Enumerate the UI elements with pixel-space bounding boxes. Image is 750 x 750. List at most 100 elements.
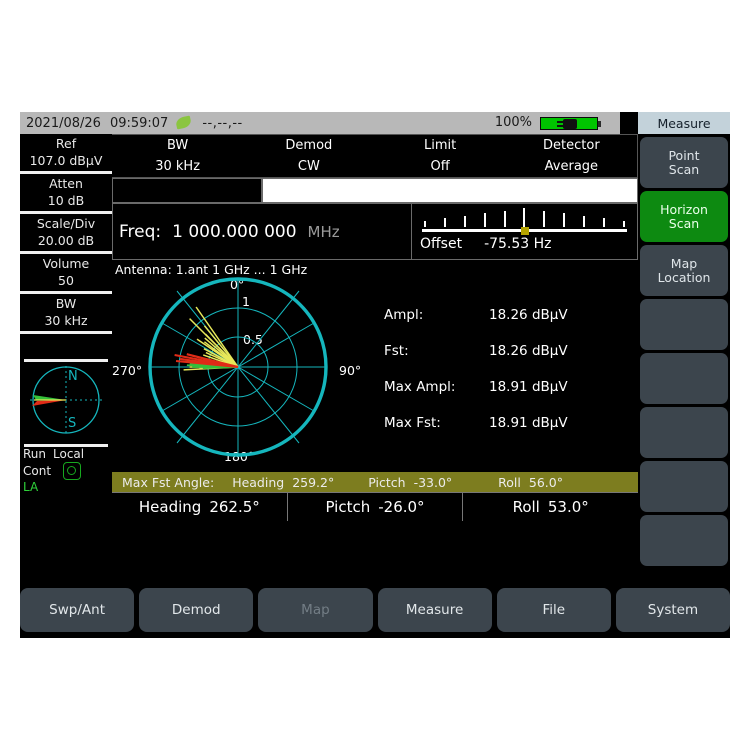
max-fst-heading-label: Heading [232, 474, 285, 490]
frequency-row: Freq: 1 000.000 000 MHz Offset -75.53 Hz [112, 203, 638, 260]
status-date: 2021/08/26 [26, 115, 101, 131]
compass-north-label: N [68, 369, 78, 384]
tuning-indicator[interactable]: Offset -75.53 Hz [412, 203, 638, 260]
menu-measure[interactable]: Measure [377, 588, 492, 632]
softkey-empty-7[interactable] [640, 461, 728, 512]
softkey-label-line2: Location [657, 269, 711, 285]
attitude-heading-label: Heading [138, 498, 202, 516]
gps-coordinates: --,--,-- [202, 115, 243, 131]
softkey-empty-4[interactable] [640, 299, 728, 350]
power-plug-icon [557, 119, 581, 129]
attitude-heading-value: 262.5° [209, 498, 260, 516]
tuning-marker [520, 227, 529, 235]
polar-label-270deg: 270° [112, 363, 143, 378]
leaf-icon [175, 115, 193, 130]
battery-percent: 100% [494, 115, 532, 130]
max-fst-pitch-label: Pictch [368, 474, 406, 490]
parameter-column: Ref 107.0 dBµV Atten 10 dB Scale/Div 20.… [20, 134, 112, 638]
spiral-target-icon [63, 462, 82, 480]
measurement-row: Max Ampl: 18.91 dBµV [384, 379, 589, 395]
local-label: Local [53, 447, 85, 461]
menu-map: Map [258, 588, 373, 632]
header-value: CW [297, 159, 320, 174]
softkey-empty-5[interactable] [640, 353, 728, 404]
menu-demod[interactable]: Demod [139, 588, 254, 632]
message-row [112, 178, 638, 203]
max-fst-heading-value: 259.2° [292, 474, 335, 490]
main-panel: BW 30 kHz Demod CW Limit Off Detector Av… [112, 134, 638, 638]
polar-plot-area: 0° 90° 180° 270° 1 0.5 Ampl: 18.26 dBµV … [112, 277, 638, 472]
battery-icon [540, 117, 601, 130]
attitude-roll-value: 53.0° [547, 498, 589, 516]
tuning-ticks [424, 208, 625, 227]
softkey-label-line1: Map [670, 255, 698, 271]
header-bw[interactable]: BW 30 kHz [112, 135, 243, 177]
main-menu-bar: Swp/Ant Demod Map Measure File System [20, 588, 731, 632]
header-limit[interactable]: Limit Off [375, 135, 506, 177]
measurement-label: Fst: [384, 343, 409, 359]
param-value: 107.0 dBµV [29, 153, 103, 168]
header-value: Average [544, 159, 599, 174]
offset-value: -75.53 Hz [484, 236, 552, 252]
attitude-bar: Heading 262.5° Pictch -26.0° Roll 53.0° [112, 492, 638, 521]
softkey-empty-6[interactable] [640, 407, 728, 458]
softkey-horizon-scan[interactable]: Horizon Scan [640, 191, 728, 242]
softkey-point-scan[interactable]: Point Scan [640, 137, 728, 188]
run-label: Run [23, 447, 47, 461]
param-volume[interactable]: Volume 50 [20, 254, 112, 294]
measurement-value: 18.26 dBµV [489, 307, 568, 323]
message-white-bar [262, 178, 638, 203]
header-parameter-row: BW 30 kHz Demod CW Limit Off Detector Av… [112, 134, 638, 178]
softkey-menu-title: Measure [638, 112, 730, 134]
run-status-box: Run Local Cont LA [20, 447, 112, 494]
param-atten[interactable]: Atten 10 dB [20, 174, 112, 214]
frequency-unit: MHz [307, 222, 340, 241]
softkey-column: Measure Point Scan Horizon Scan Map Loca… [638, 112, 730, 638]
menu-swp-ant[interactable]: Swp/Ant [20, 588, 135, 632]
compass-svg [30, 366, 102, 434]
header-value: 30 kHz [155, 159, 201, 174]
measurement-row: Fst: 18.26 dBµV [384, 343, 589, 359]
menu-file[interactable]: File [496, 588, 611, 632]
header-detector[interactable]: Detector Average [506, 135, 637, 177]
param-spacer [20, 334, 112, 357]
attitude-pitch: Pictch -26.0° [288, 493, 464, 521]
param-ref[interactable]: Ref 107.0 dBµV [20, 134, 112, 174]
param-scale-div[interactable]: Scale/Div 20.00 dB [20, 214, 112, 254]
param-value: 50 [58, 273, 74, 288]
softkey-label-line2: Scan [668, 161, 700, 177]
param-key: Volume [42, 256, 90, 271]
measurement-label: Ampl: [384, 307, 424, 323]
attitude-roll-label: Roll [512, 498, 540, 516]
max-fst-roll-label: Roll [498, 474, 521, 490]
softkey-empty-8[interactable] [640, 515, 728, 566]
param-key: BW [55, 296, 77, 311]
attitude-pitch-value: -26.0° [378, 498, 425, 516]
param-bw[interactable]: BW 30 kHz [20, 294, 112, 334]
polar-chart-svg [148, 277, 328, 457]
attitude-pitch-label: Pictch [325, 498, 371, 516]
polar-label-90deg: 90° [339, 363, 362, 378]
header-value: Off [430, 159, 450, 174]
instrument-screen: 2021/08/26 09:59:07 --,--,-- 100% Measur… [20, 112, 730, 638]
frequency-value: 1 000.000 000 [172, 221, 297, 242]
cont-label: Cont [23, 463, 52, 478]
frequency-field[interactable]: Freq: 1 000.000 000 MHz [112, 203, 412, 260]
attitude-roll: Roll 53.0° [463, 493, 638, 521]
menu-system[interactable]: System [615, 588, 731, 632]
softkey-label-line1: Point [668, 147, 700, 163]
softkey-map-location[interactable]: Map Location [640, 245, 728, 296]
offset-label: Offset [420, 236, 463, 252]
param-key: Atten [49, 176, 83, 191]
param-key: Scale/Div [36, 216, 96, 231]
header-key: Demod [285, 138, 333, 153]
status-time: 09:59:07 [109, 115, 169, 131]
compass-south-label: S [68, 416, 77, 431]
param-key: Ref [55, 136, 77, 151]
header-demod[interactable]: Demod CW [243, 135, 374, 177]
max-fst-roll-value: 56.0° [528, 474, 563, 490]
measurement-label: Max Ampl: [384, 379, 456, 395]
measurement-value: 18.26 dBµV [489, 343, 568, 359]
measurement-list: Ampl: 18.26 dBµV Fst: 18.26 dBµV Max Amp… [384, 307, 589, 451]
measurement-value: 18.91 dBµV [489, 415, 568, 431]
